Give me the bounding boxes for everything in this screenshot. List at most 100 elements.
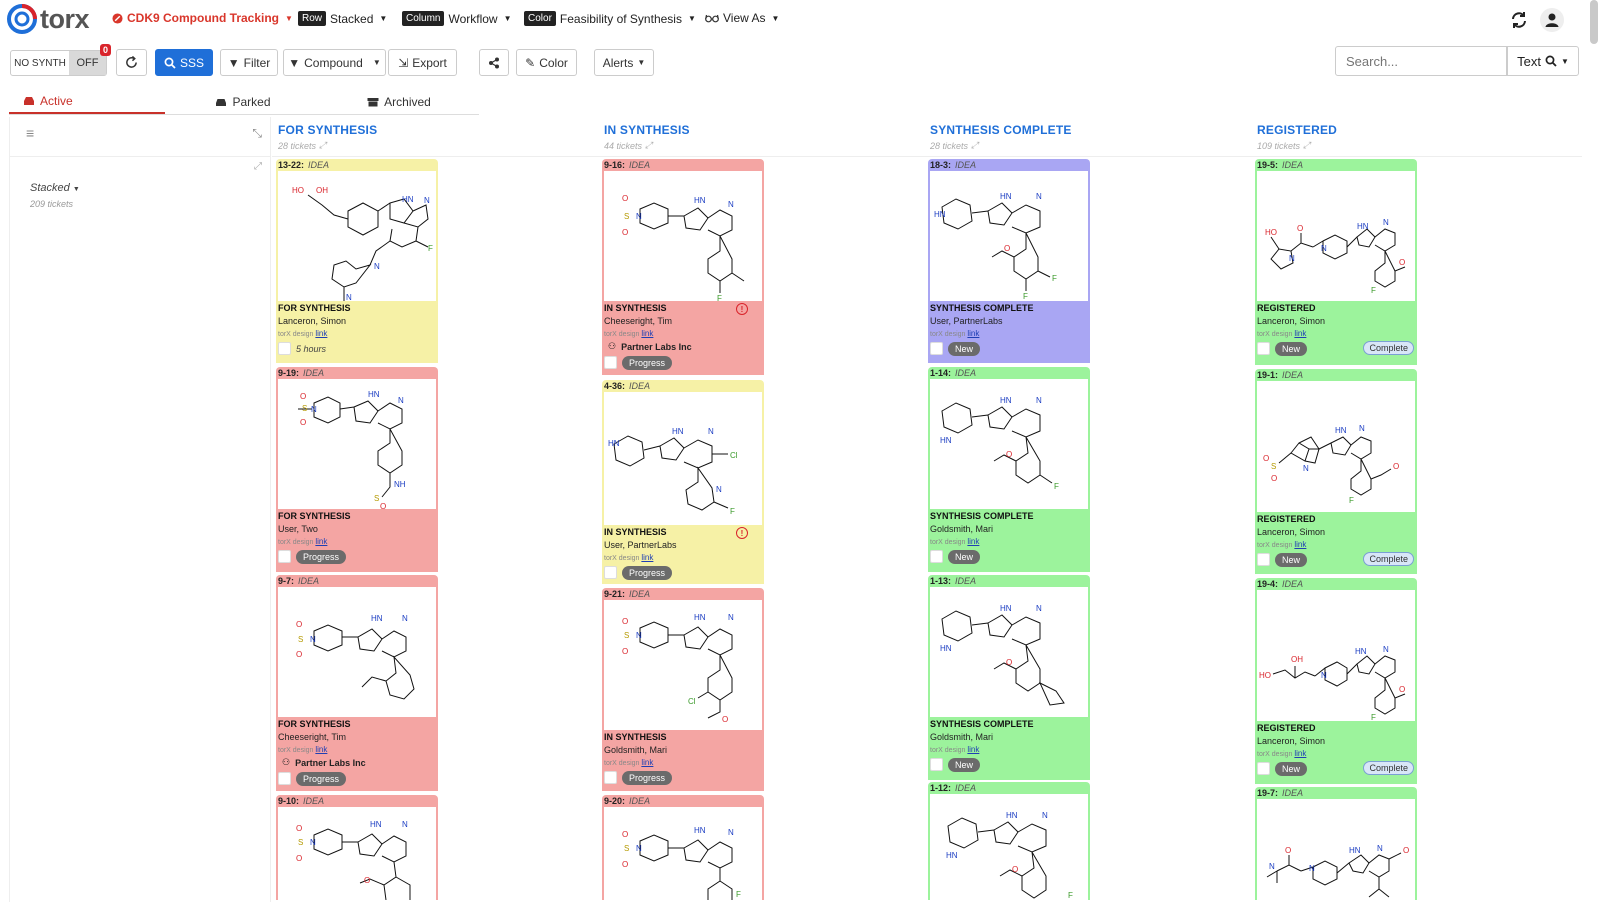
column-title[interactable]: REGISTERED [1257, 123, 1337, 137]
tab-archived[interactable]: Archived [321, 89, 477, 114]
search-input[interactable] [1335, 46, 1507, 76]
project-dropdown[interactable]: CDK9 Compound Tracking ▼ [112, 11, 293, 25]
share-button[interactable] [479, 49, 509, 76]
alerts-dropdown[interactable]: Alerts ▼ [594, 49, 654, 76]
color-button[interactable]: ✎ Color [516, 49, 577, 76]
design-link[interactable]: link [1294, 540, 1306, 549]
design-link[interactable]: link [1294, 329, 1306, 338]
expand-icon[interactable]: ⤢ [645, 140, 652, 151]
atom-label: N [310, 838, 316, 847]
ticket-card[interactable]: 9-7: IDEA HN N N S O O FOR SYNTHESIS Chee… [276, 575, 438, 791]
atom-label: O [1263, 454, 1269, 463]
design-link[interactable]: link [641, 758, 653, 767]
ticket-checkbox[interactable] [930, 758, 943, 771]
no-synth-toggle[interactable]: NO SYNTH OFF 0 [10, 44, 111, 76]
ticket-checkbox[interactable] [604, 771, 617, 784]
expand-icon[interactable]: ⤢ [254, 161, 262, 172]
ticket-checkbox[interactable] [604, 356, 617, 369]
ticket-card[interactable]: 1-14: IDEA HN HN N O F SYNTHESIS COMPLETE… [928, 367, 1090, 572]
ticket-card[interactable]: 9-21: IDEA HN N N S O O Cl O IN SYNTHESIS… [602, 588, 764, 791]
refresh-button[interactable] [116, 49, 147, 76]
status-pill[interactable]: New [1275, 552, 1308, 567]
complete-button[interactable]: Complete [1363, 552, 1414, 566]
ticket-card[interactable]: 19-5: IDEA HO O N N HN N O F REGISTERED L… [1255, 159, 1417, 365]
row-dropdown[interactable]: Row Stacked ▼ [298, 11, 387, 26]
atom-label: HN [934, 210, 946, 219]
stacked-group-dropdown[interactable]: Stacked ▼ [30, 182, 80, 194]
ticket-card[interactable]: 1-13: IDEA HN HN N O SYNTHESIS COMPLETE G… [928, 575, 1090, 780]
atom-label: HN [371, 614, 383, 623]
refresh-icon [126, 56, 137, 68]
progress-badge[interactable]: Progress [296, 771, 347, 786]
ticket-checkbox[interactable] [1257, 342, 1270, 355]
complete-button[interactable]: Complete [1363, 341, 1414, 355]
design-link[interactable]: link [967, 329, 979, 338]
ticket-card[interactable]: 9-20: IDEA HN N N S O O F [602, 795, 764, 900]
column-title[interactable]: SYNTHESIS COMPLETE [930, 123, 1072, 137]
view-as-dropdown[interactable]: View As ▼ [705, 11, 779, 25]
ticket-card[interactable]: 19-1: IDEA HN N N S O O O F REGISTERED La… [1255, 369, 1417, 574]
ticket-card[interactable]: 19-4: IDEA HO OH N HN N O F REGISTERED La… [1255, 578, 1417, 784]
progress-badge[interactable]: Progress [296, 549, 347, 564]
expand-icon[interactable]: ⤢ [1303, 140, 1310, 151]
structure-image: HO OH N HN N O F [1257, 590, 1415, 721]
progress-badge[interactable]: Progress [622, 355, 673, 370]
alert-icon[interactable]: ! [736, 527, 748, 539]
ticket-tag: IDEA [298, 576, 320, 586]
status-pill[interactable]: New [948, 549, 981, 564]
design-link[interactable]: link [967, 745, 979, 754]
status-pill[interactable]: New [948, 757, 981, 772]
ticket-checkbox[interactable] [930, 550, 943, 563]
page-scrollbar[interactable] [1590, 0, 1598, 44]
sync-icon[interactable] [1510, 11, 1528, 29]
status-pill[interactable]: New [1275, 761, 1308, 776]
design-link[interactable]: link [315, 537, 327, 546]
sss-button[interactable]: SSS [155, 49, 213, 76]
column-title[interactable]: FOR SYNTHESIS [278, 123, 377, 137]
ticket-card[interactable]: 13-22: IDEA HN N F HO OH N N FOR SYNTHESI… [276, 159, 438, 363]
complete-button[interactable]: Complete [1363, 761, 1414, 775]
color-dropdown[interactable]: Color Feasibility of Synthesis ▼ [524, 11, 696, 26]
ticket-card[interactable]: 1-12: IDEA HN HN N O F [928, 782, 1090, 900]
ticket-checkbox[interactable] [278, 342, 291, 355]
status-pill[interactable]: New [1275, 341, 1308, 356]
design-link[interactable]: link [315, 329, 327, 338]
tab-parked[interactable]: Parked [165, 89, 321, 114]
app-logo[interactable]: torx [6, 3, 90, 35]
atom-label: N [716, 485, 722, 494]
design-link[interactable]: link [1294, 749, 1306, 758]
filter-button[interactable]: ▼ Filter [220, 49, 278, 76]
ticket-card[interactable]: 9-10: IDEA HN N N S O O O [276, 795, 438, 900]
column-title[interactable]: IN SYNTHESIS [604, 123, 690, 137]
ticket-checkbox[interactable] [604, 566, 617, 579]
atom-label: S [298, 838, 303, 847]
design-link[interactable]: link [641, 553, 653, 562]
column-dropdown[interactable]: Column Workflow ▼ [402, 11, 512, 26]
progress-badge[interactable]: Progress [622, 565, 673, 580]
alert-icon[interactable]: ! [736, 303, 748, 315]
expand-icon[interactable]: ⤢ [971, 140, 978, 151]
design-link[interactable]: link [315, 745, 327, 754]
export-button[interactable]: ⇲ Export [388, 49, 457, 76]
tab-active[interactable]: Active [9, 89, 165, 114]
compound-dropdown[interactable]: ▼ Compound ▼ [283, 49, 386, 76]
ticket-card[interactable]: 9-16: IDEA HN N N S O O F ! IN SYNTHESIS … [602, 159, 764, 375]
ticket-card[interactable]: 9-19: IDEA HN N N S O O NH S O FOR SYNTHE… [276, 367, 438, 572]
expand-icon[interactable]: ⤢ [319, 140, 326, 151]
status-pill[interactable]: New [948, 341, 981, 356]
ticket-checkbox[interactable] [1257, 553, 1270, 566]
ticket-card[interactable]: 4-36: IDEA HN HN N Cl N F ! IN SYNTHESIS … [602, 380, 764, 584]
search-type-dropdown[interactable]: Text ▼ [1507, 46, 1579, 76]
collapse-icon[interactable]: ⤡ [252, 126, 262, 141]
ticket-checkbox[interactable] [1257, 762, 1270, 775]
ticket-checkbox[interactable] [930, 342, 943, 355]
ticket-card[interactable]: 19-7: IDEA N O N HN N O [1255, 787, 1417, 900]
progress-badge[interactable]: Progress [622, 770, 673, 785]
design-link[interactable]: link [967, 537, 979, 546]
user-menu-button[interactable] [1540, 8, 1564, 32]
ticket-checkbox[interactable] [278, 772, 291, 785]
design-link[interactable]: link [641, 329, 653, 338]
ticket-checkbox[interactable] [278, 550, 291, 563]
ticket-card[interactable]: 18-3: IDEA HN HN N O F F SYNTHESIS COMPLE… [928, 159, 1090, 363]
menu-icon[interactable]: ≡ [26, 125, 34, 141]
